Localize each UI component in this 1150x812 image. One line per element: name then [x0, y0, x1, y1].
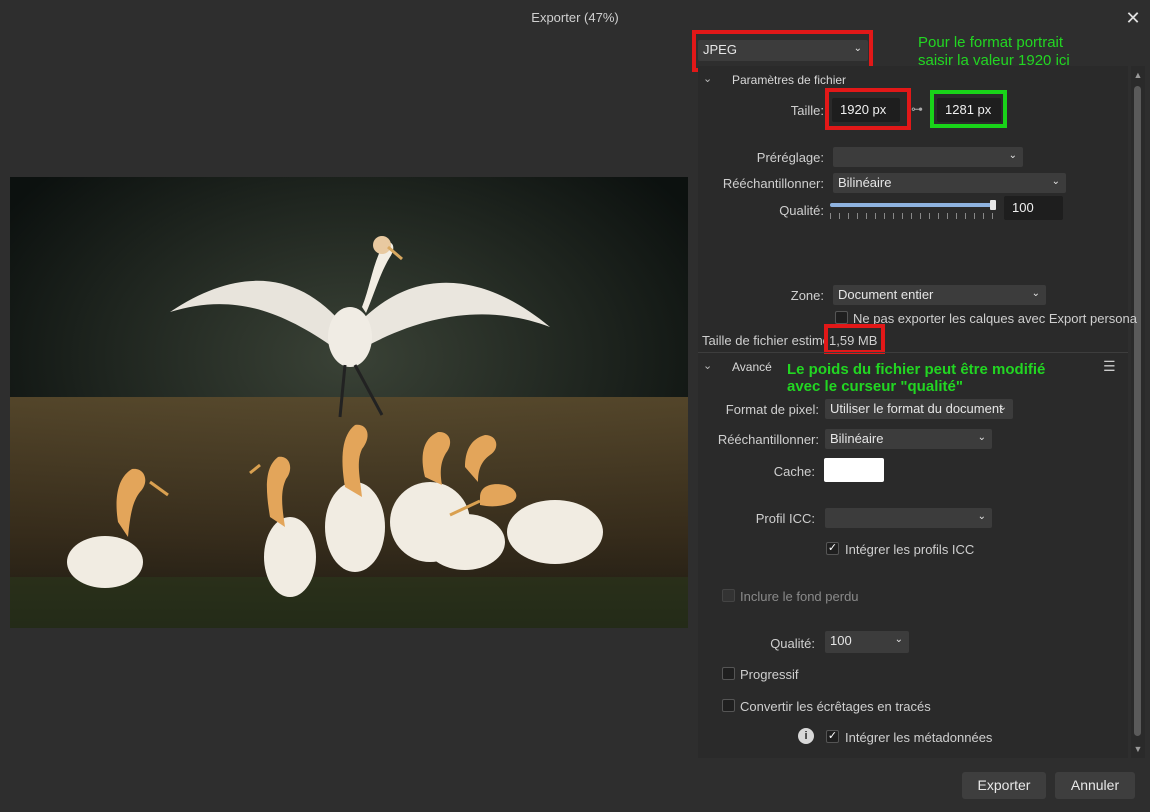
quality-label: Qualité: — [779, 203, 824, 218]
window-title: Exporter (47%) — [531, 10, 619, 25]
resample-select[interactable]: Bilinéaire ⌄ — [833, 173, 1066, 193]
embed-icc-label: Intégrer les profils ICC — [845, 542, 975, 557]
adv-resample-select[interactable]: Bilinéaire ⌄ — [825, 429, 992, 449]
cache-label: Cache: — [773, 464, 815, 479]
collapse-file-params-icon[interactable]: ⌄ — [703, 72, 712, 85]
weight-annotation-line2: avec le curseur "qualité" — [787, 378, 963, 395]
chevron-down-icon: ⌄ — [1051, 176, 1060, 187]
chevron-down-icon: ⌄ — [1008, 150, 1017, 161]
height-highlight-box — [930, 90, 1007, 128]
chevron-down-icon: ⌄ — [977, 511, 986, 522]
collapse-advanced-icon[interactable]: ⌄ — [703, 359, 712, 372]
chevron-down-icon: ⌄ — [998, 402, 1007, 413]
scroll-down-icon[interactable]: ▼ — [1131, 742, 1145, 756]
adv-quality-select[interactable]: 100 ⌄ — [825, 631, 909, 653]
close-icon[interactable]: ✕ — [1124, 8, 1142, 28]
estimated-size-label-text: Taille de fichier estimée: — [702, 333, 826, 348]
chevron-down-icon: ⌄ — [977, 432, 986, 443]
chevron-down-icon: ⌄ — [1031, 288, 1040, 299]
icc-label: Profil ICC: — [755, 511, 815, 526]
menu-icon[interactable]: ☰ — [1103, 358, 1116, 375]
estimated-size-label: Taille de fichier estimée: — [702, 333, 826, 348]
info-icon[interactable]: i — [798, 728, 814, 744]
adv-resample-label: Rééchantillonner: — [717, 432, 819, 447]
resample-select-value: Bilinéaire — [838, 175, 892, 190]
zone-select-value: Document entier — [838, 287, 934, 302]
icc-select[interactable]: ⌄ — [825, 508, 992, 528]
size-label: Taille: — [790, 103, 824, 118]
progressive-label: Progressif — [740, 667, 799, 682]
export-button[interactable]: Exporter — [962, 772, 1046, 799]
cancel-button[interactable]: Annuler — [1055, 772, 1135, 799]
advanced-header: Avancé — [732, 360, 772, 374]
file-params-header: Paramètres de fichier — [732, 73, 847, 87]
embed-metadata-label: Intégrer les métadonnées — [845, 730, 993, 745]
convert-clips-checkbox[interactable] — [722, 699, 735, 712]
preset-select[interactable]: ⌄ — [833, 147, 1023, 167]
resample-label: Rééchantillonner: — [722, 176, 824, 191]
scroll-thumb[interactable] — [1134, 86, 1141, 736]
quality-slider-ticks — [830, 213, 996, 219]
width-highlight-box — [825, 88, 911, 130]
no-export-layers-label: Ne pas exporter les calques avec Export … — [853, 311, 1137, 326]
no-export-layers-checkbox[interactable] — [835, 311, 848, 324]
adv-quality-label: Qualité: — [770, 636, 815, 651]
include-bleed-checkbox[interactable] — [722, 589, 735, 602]
quality-slider[interactable] — [830, 200, 996, 221]
pixel-format-select-value: Utiliser le format du document — [830, 401, 1003, 416]
adv-quality-select-value: 100 — [830, 633, 852, 648]
preset-label: Préréglage: — [756, 150, 824, 165]
embed-metadata-checkbox[interactable]: ✓ — [826, 730, 839, 743]
pixel-format-label: Format de pixel: — [725, 402, 819, 417]
zone-label: Zone: — [790, 288, 824, 303]
quality-slider-fill — [830, 203, 993, 207]
embed-icc-checkbox[interactable]: ✓ — [826, 542, 839, 555]
quality-input[interactable]: 100 — [1004, 196, 1063, 220]
section-divider — [698, 352, 1128, 353]
zone-select[interactable]: Document entier ⌄ — [833, 285, 1046, 305]
export-preview-image — [10, 177, 688, 628]
scroll-up-icon[interactable]: ▲ — [1131, 68, 1145, 82]
weight-annotation-line1: Le poids du fichier peut être modifié — [787, 361, 1046, 378]
egrets-photo — [10, 177, 688, 628]
link-dimensions-icon[interactable]: ⊶ — [911, 102, 923, 116]
include-bleed-label: Inclure le fond perdu — [740, 589, 859, 604]
quality-slider-thumb[interactable] — [990, 200, 996, 210]
settings-scrollbar[interactable]: ▲ ▼ — [1131, 66, 1145, 758]
pixel-format-select[interactable]: Utiliser le format du document ⌄ — [825, 399, 1013, 419]
chevron-down-icon: ⌄ — [894, 634, 903, 645]
estimated-size-highlight-box — [824, 324, 885, 354]
cache-swatch[interactable] — [824, 458, 884, 482]
portrait-annotation-line1: Pour le format portrait — [918, 34, 1064, 51]
adv-resample-select-value: Bilinéaire — [830, 431, 884, 446]
progressive-checkbox[interactable] — [722, 667, 735, 680]
convert-clips-label: Convertir les écrêtages en tracés — [740, 699, 931, 714]
